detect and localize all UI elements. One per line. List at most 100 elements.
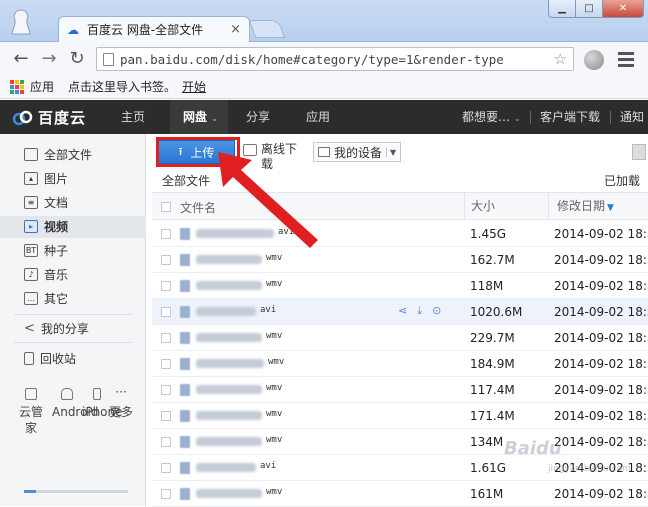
reload-icon[interactable]: ↻ [66,48,88,70]
profile-icon[interactable] [10,8,32,36]
column-header-name[interactable]: 文件名 [180,199,216,216]
address-bar[interactable]: pan.baidu.com/disk/home#category/type=1&… [96,47,574,71]
chevron-down-icon[interactable]: ▼ [386,147,396,157]
my-devices-button[interactable]: 我的设备 ▼ [313,142,402,162]
active-item-highlight [0,216,146,238]
row-checkbox[interactable] [161,489,171,499]
file-name-redacted[interactable] [196,255,262,264]
nav-notice[interactable]: 通知 [620,100,644,134]
nav-apps[interactable]: 应用 [306,100,330,134]
file-row[interactable]: wmv 134M 2014-09-02 18:3 [152,429,648,455]
chrome-menu-icon[interactable] [618,52,634,70]
file-name-redacted[interactable] [196,229,274,238]
row-checkbox[interactable] [161,411,171,421]
file-name-redacted[interactable] [196,281,262,290]
file-name-redacted[interactable] [196,359,264,368]
pc-icon [25,388,37,400]
sidebar-item-images[interactable]: ▴ 图片 [24,168,68,188]
apps-bookmark[interactable]: 应用 [30,78,54,95]
file-row[interactable]: avi 1.45G 2014-09-02 18:3 [152,221,648,247]
row-checkbox[interactable] [161,281,171,291]
nav-client-download[interactable]: 客户端下载 [540,100,600,134]
sidebar-item-music[interactable]: ♪ 音乐 [24,264,68,284]
url-text[interactable]: pan.baidu.com/disk/home#category/type=1&… [120,52,548,67]
minimize-button[interactable]: ▁ [548,0,576,18]
file-row[interactable]: wmv 171.4M 2014-09-02 18:3 [152,403,648,429]
more-options-icon[interactable]: ⊙ [432,304,441,318]
column-header-size[interactable]: 大小 [464,193,495,220]
file-name-redacted[interactable] [196,307,256,316]
nav-home[interactable]: 主页 [121,100,145,134]
bookmarks-bar: 应用 点击这里导入书签。 开始 [0,75,648,99]
close-window-button[interactable]: ✕ [602,0,644,18]
sidebar-item-other[interactable]: … 其它 [24,288,68,308]
row-checkbox[interactable] [161,437,171,447]
start-import-link[interactable]: 开始 [182,78,206,95]
site-header: 百度云 主页 网盘 ⌄ 分享 应用 都想要… ⌄ 客户端下载 通知 [0,100,648,134]
image-icon: ▴ [24,171,38,185]
sidebar-item-label: 回收站 [40,351,77,366]
sidebar-item-my-shares[interactable]: < 我的分享 [24,318,89,338]
file-name-redacted[interactable] [196,437,262,446]
row-checkbox[interactable] [161,333,171,343]
column-header-modified-label: 修改日期 [557,199,606,213]
device-android[interactable]: Android [52,388,98,420]
file-name-redacted[interactable] [196,463,256,472]
user-menu[interactable]: 都想要… ⌄ [462,100,521,134]
close-tab-icon[interactable]: × [230,22,241,37]
cloud-logo-icon [12,110,33,125]
extension-globe-icon[interactable] [584,50,604,70]
file-name-redacted[interactable] [196,411,262,420]
row-checkbox[interactable] [161,229,171,239]
file-row[interactable]: wmv 162.7M 2014-09-02 18:3 [152,247,648,273]
sidebar-item-all-files[interactable]: 全部文件 [24,144,92,164]
file-name-redacted[interactable] [196,333,262,342]
sidebar-item-torrents[interactable]: BT 种子 [24,240,68,260]
watermark-logo: Baidu [504,438,562,459]
back-arrow-icon[interactable]: ← [10,48,32,70]
file-row[interactable]: wmv 118M 2014-09-02 18:3 [152,273,648,299]
share-icon[interactable]: ⋖ [398,304,407,318]
new-tab-button[interactable] [248,20,286,38]
page-icon [103,52,114,66]
sidebar-item-recycle-bin[interactable]: 回收站 [24,348,76,368]
sidebar-item-label: 全部文件 [44,147,93,162]
offline-download-button[interactable]: 离线下载 [243,142,299,171]
file-row[interactable]: avi ⋖ ⤓ ⊙ 1020.6M 2014-09-02 18:3 [152,299,648,325]
device-more[interactable]: ··· 更多 [106,386,136,420]
browser-tab[interactable]: ☁ 百度云 网盘-全部文件 × [58,16,250,42]
row-checkbox[interactable] [161,463,171,473]
file-name-redacted[interactable] [196,489,262,498]
device-label: 更多 [108,405,133,419]
view-toggle-button[interactable] [632,144,646,160]
video-file-icon [180,462,190,474]
file-row[interactable]: wmv 117.4M 2014-09-02 18:3 [152,377,648,403]
device-pc[interactable]: 云管家 [16,388,46,436]
column-header-modified[interactable]: 修改日期 ▼ [548,193,614,220]
file-row[interactable]: wmv 161M 2014-09-02 18:3 [152,481,648,507]
nav-disk[interactable]: 网盘 ⌄ [170,100,228,134]
nav-share[interactable]: 分享 [246,100,270,134]
apps-grid-icon[interactable] [10,79,24,94]
row-checkbox[interactable] [161,307,171,317]
row-checkbox[interactable] [161,255,171,265]
file-row[interactable]: wmv 184.9M 2014-09-02 18:3 [152,351,648,377]
maximize-button[interactable]: □ [575,0,603,18]
nav-disk-label: 网盘 [183,110,208,124]
download-icon[interactable]: ⤓ [417,304,422,318]
sidebar-item-videos[interactable]: ▸ 视频 [24,216,68,236]
bookmark-star-icon[interactable]: ☆ [554,50,567,68]
file-name-redacted[interactable] [196,385,262,394]
baidu-cloud-logo[interactable]: 百度云 [12,107,86,128]
sidebar-item-label: 我的分享 [40,321,89,336]
tab-title: 百度云 网盘-全部文件 [87,23,204,37]
file-row[interactable]: wmv 229.7M 2014-09-02 18:3 [152,325,648,351]
select-all-checkbox[interactable] [161,202,171,212]
sidebar-item-documents[interactable]: ≡ 文档 [24,192,68,212]
row-checkbox[interactable] [161,359,171,369]
chevron-down-icon: ⌄ [211,114,218,123]
breadcrumb[interactable]: 全部文件 [162,172,210,189]
row-checkbox[interactable] [161,385,171,395]
sort-desc-icon: ▼ [607,203,614,213]
forward-arrow-icon[interactable]: → [38,48,60,70]
